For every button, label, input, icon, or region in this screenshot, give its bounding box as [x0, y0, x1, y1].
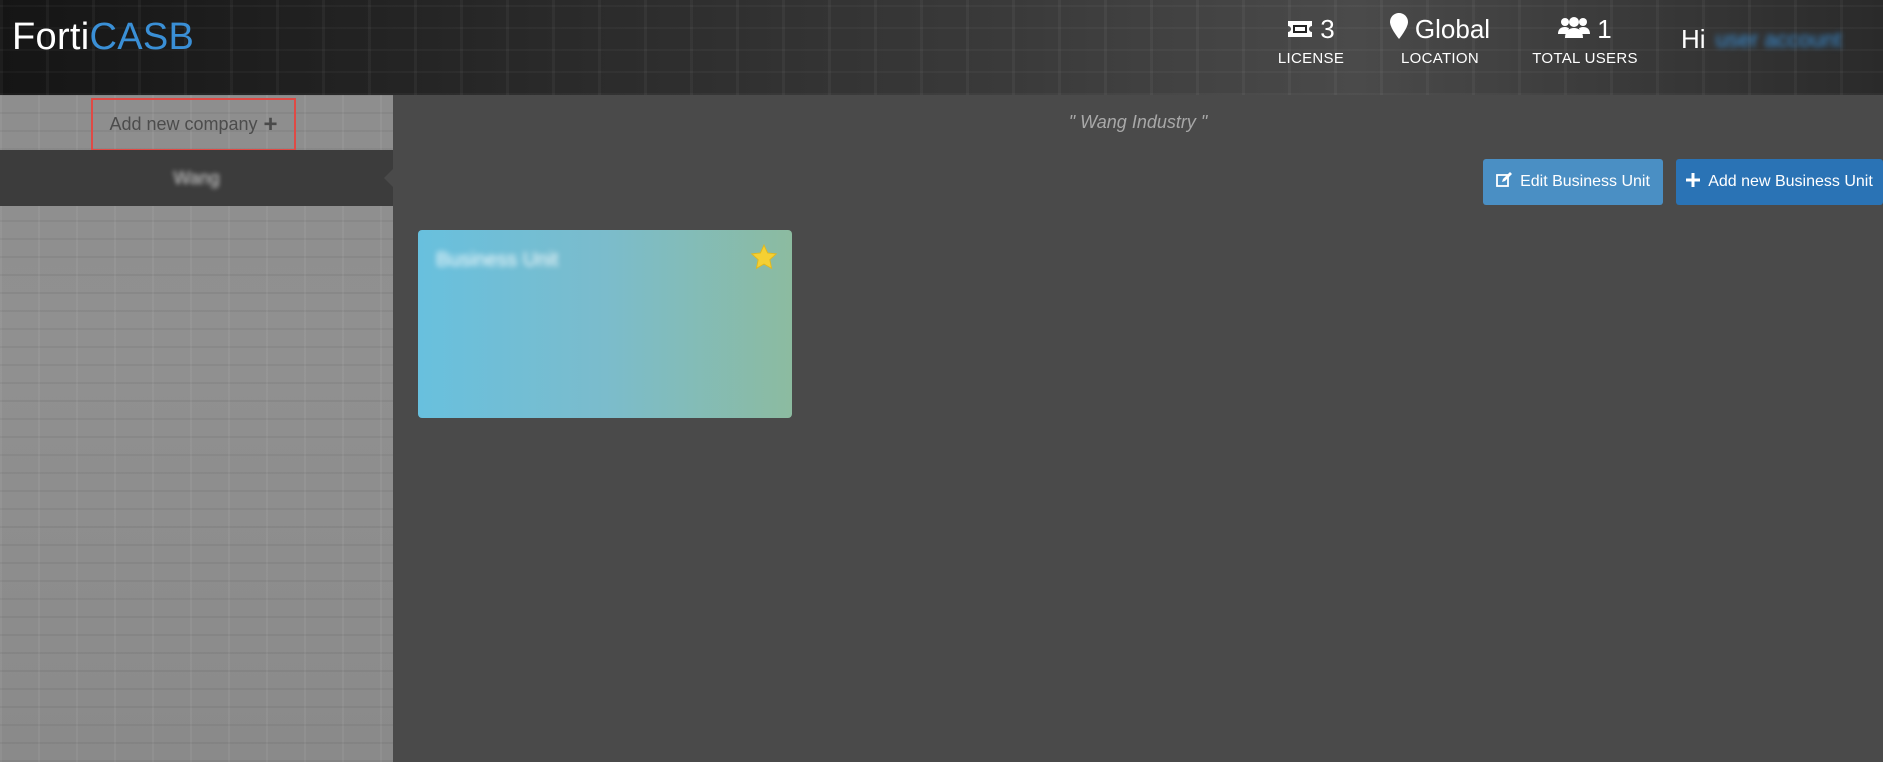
user-name[interactable]: user account [1716, 27, 1842, 53]
location-value: Global [1414, 13, 1491, 44]
star-icon[interactable] [750, 243, 778, 276]
plus-icon [1686, 172, 1701, 192]
logo-text-casb: CASB [89, 16, 195, 58]
greeting-text: Hi [1681, 24, 1706, 54]
location-stat[interactable]: Global LOCATION [1388, 12, 1492, 67]
users-icon [1558, 14, 1591, 45]
ticket-icon [1287, 14, 1313, 45]
users-stat[interactable]: 1 TOTAL USERS [1526, 13, 1644, 68]
license-count: 3 [1320, 13, 1335, 44]
map-pin-icon [1389, 12, 1408, 46]
app-logo[interactable]: FortiCASB [12, 16, 194, 59]
add-business-unit-label: Add new Business Unit [1708, 173, 1873, 190]
add-company-button[interactable]: Add new company + [91, 98, 296, 151]
logo-text-forti: Forti [12, 16, 90, 58]
user-greeting[interactable]: Hi user account [1681, 24, 1842, 55]
edit-business-unit-label: Edit Business Unit [1520, 173, 1650, 190]
sidebar-item-company[interactable]: Wang [0, 150, 393, 206]
company-sidebar: Add new company + Wang [0, 95, 393, 762]
users-count: 1 [1597, 13, 1612, 44]
page-title: " Wang Industry " [1068, 112, 1208, 132]
plus-icon: + [263, 110, 278, 138]
business-unit-card[interactable]: Business Unit [418, 230, 792, 418]
edit-business-unit-button[interactable]: Edit Business Unit [1483, 159, 1663, 205]
add-business-unit-button[interactable]: Add new Business Unit [1676, 159, 1883, 205]
active-indicator [384, 169, 393, 187]
users-label: TOTAL USERS [1532, 50, 1638, 67]
top-header: FortiCASB 3 LICENSE Global LOCATION 1 TO… [0, 0, 1883, 95]
license-stat[interactable]: 3 LICENSE [1268, 13, 1354, 68]
business-unit-name: Business Unit [436, 249, 559, 271]
location-label: LOCATION [1401, 50, 1479, 67]
edit-icon [1496, 171, 1513, 193]
add-company-label: Add new company [109, 114, 258, 134]
main-content: " Wang Industry " Edit Business Unit Add… [393, 95, 1883, 762]
company-name: Wang [173, 167, 220, 188]
license-label: LICENSE [1277, 50, 1345, 67]
